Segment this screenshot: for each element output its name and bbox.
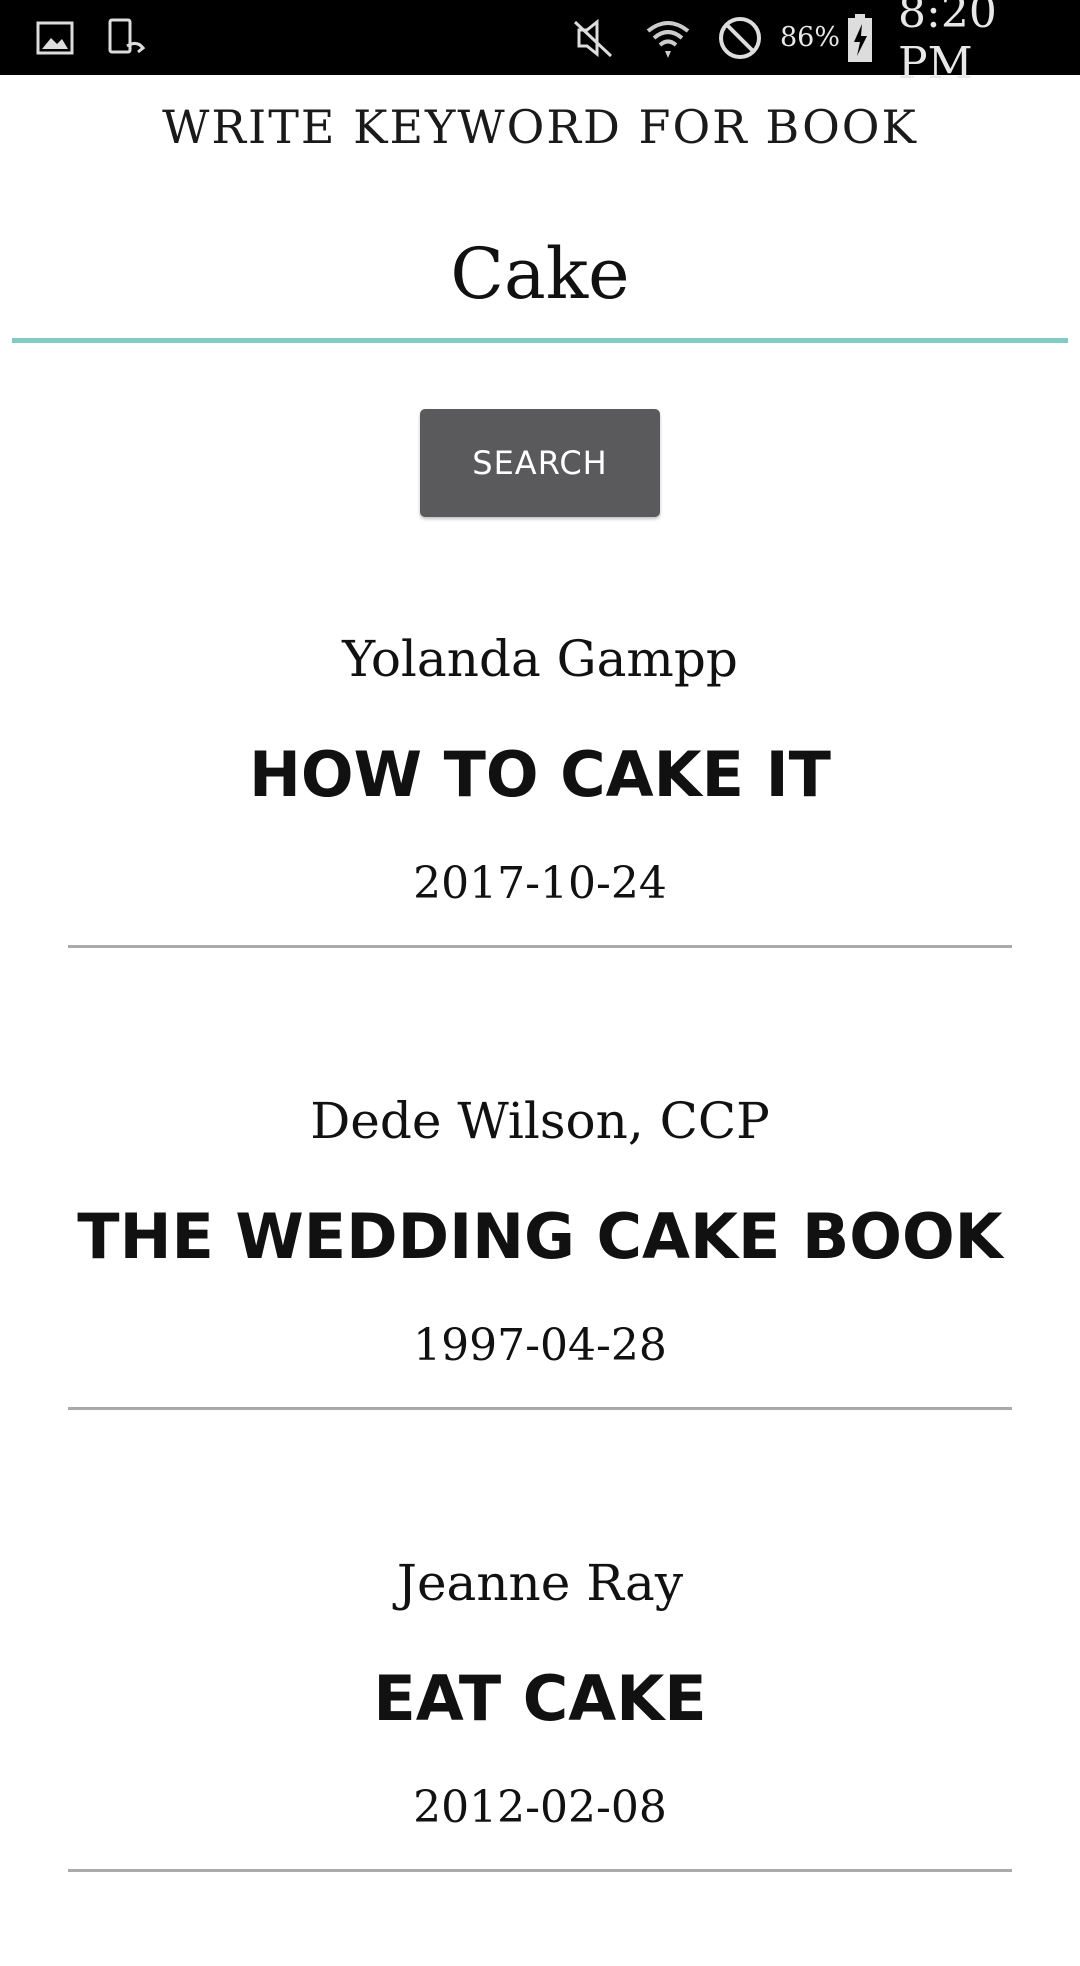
screen-mirroring-icon bbox=[100, 0, 150, 75]
gallery-icon bbox=[30, 0, 80, 75]
list-item[interactable]: Dede Wilson, CCP THE WEDDING CAKE BOOK 1… bbox=[0, 1042, 1080, 1504]
no-disturb-icon bbox=[712, 0, 767, 75]
book-title: EAT CAKE bbox=[373, 1662, 707, 1735]
results-list: Yolanda Gampp HOW TO CAKE IT 2017-10-24 … bbox=[0, 580, 1080, 1966]
status-bar: 86% 8:20 PM bbox=[0, 0, 1080, 89]
book-author: Jeanne Ray bbox=[396, 1554, 684, 1612]
search-input[interactable] bbox=[38, 232, 1042, 316]
book-date: 2012-02-08 bbox=[413, 1782, 667, 1833]
divider bbox=[68, 1869, 1012, 1872]
book-date: 1997-04-28 bbox=[413, 1320, 667, 1371]
list-item[interactable]: Jeanne Ray EAT CAKE 2012-02-08 bbox=[0, 1504, 1080, 1966]
search-button[interactable]: SEARCH bbox=[420, 409, 660, 517]
divider bbox=[68, 945, 1012, 948]
search-field[interactable] bbox=[12, 210, 1068, 343]
battery-percent: 86% bbox=[780, 22, 841, 53]
book-author: Dede Wilson, CCP bbox=[310, 1092, 770, 1150]
divider bbox=[68, 1407, 1012, 1410]
battery-charging-icon bbox=[842, 0, 878, 75]
book-author: Yolanda Gampp bbox=[342, 630, 738, 688]
book-title: HOW TO CAKE IT bbox=[249, 738, 831, 811]
clock: 8:20 PM bbox=[898, 0, 997, 89]
page-title: WRITE KEYWORD FOR BOOK bbox=[162, 100, 918, 154]
wifi-icon bbox=[640, 0, 695, 75]
book-title: THE WEDDING CAKE BOOK bbox=[77, 1200, 1003, 1273]
list-item[interactable]: Yolanda Gampp HOW TO CAKE IT 2017-10-24 bbox=[0, 580, 1080, 1042]
mute-icon bbox=[565, 0, 620, 75]
book-date: 2017-10-24 bbox=[413, 858, 667, 909]
